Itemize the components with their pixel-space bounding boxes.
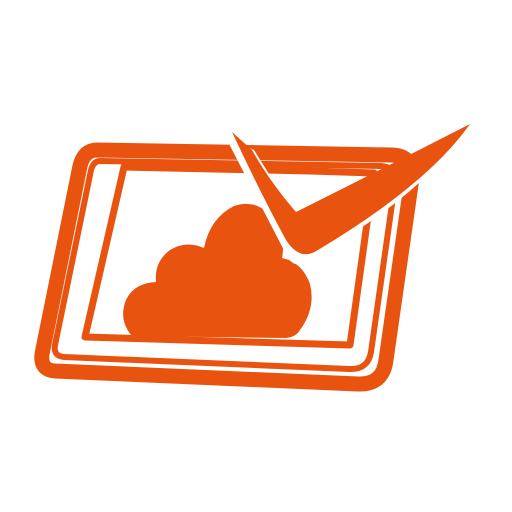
tablet-cloud-checkmark-icon <box>34 120 474 392</box>
